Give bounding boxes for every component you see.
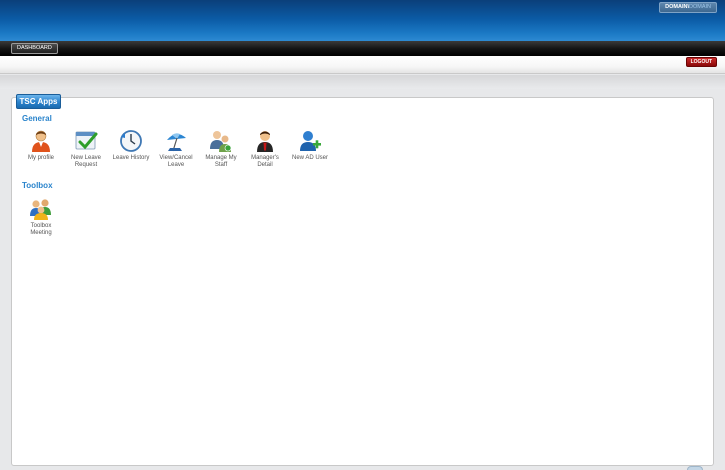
app-label: My profile <box>27 155 54 161</box>
user-profile-icon <box>32 130 50 152</box>
app-toolbox-meeting[interactable]: Toolbox Meeting <box>19 197 63 236</box>
meeting-group-icon <box>30 199 51 220</box>
app-label-line2: Request <box>74 161 98 168</box>
app-label-line2: Staff <box>214 161 228 168</box>
app-managers-detail[interactable]: Manager's Detail <box>243 129 287 168</box>
manager-icon <box>257 131 273 152</box>
leave-request-icon <box>75 131 98 150</box>
domain-value: DOMAIN <box>689 4 711 10</box>
app-label-line2: Detail <box>257 161 273 168</box>
app-label: New AD User <box>291 155 328 161</box>
app-new-leave-request[interactable]: New Leave Request <box>64 129 108 168</box>
nav-bar: DASHBOARD <box>0 41 725 56</box>
app-new-ad-user[interactable]: New AD User <box>288 129 332 162</box>
app-label-line2: Meeting <box>30 229 52 236</box>
content-divider <box>0 75 725 89</box>
domain-label: DOMAIN\ <box>665 4 689 10</box>
dashboard-button[interactable]: DASHBOARD <box>11 43 58 54</box>
sub-bar: LOGOUT <box>0 56 725 74</box>
panel-title: TSC Apps <box>16 94 61 109</box>
clock-history-icon <box>120 130 142 152</box>
staff-group-icon <box>210 131 232 152</box>
app-manage-my-staff[interactable]: Manage My Staff <box>199 129 243 168</box>
app-header: DOMAIN\DOMAIN <box>0 0 725 41</box>
section-title-toolbox: Toolbox <box>22 181 53 190</box>
app-label: Manage My <box>205 155 237 161</box>
logout-button[interactable]: LOGOUT <box>685 57 717 67</box>
beach-umbrella-icon <box>167 133 186 152</box>
app-label: Leave History <box>112 155 150 161</box>
app-my-profile[interactable]: My profile <box>19 129 63 162</box>
app-label-line2: Leave <box>167 161 185 168</box>
section-title-general: General <box>22 114 52 123</box>
app-leave-history[interactable]: Leave History <box>109 129 153 162</box>
app-view-cancel-leave[interactable]: View/Cancel Leave <box>154 129 198 168</box>
app-label: View/Cancel <box>159 155 193 161</box>
add-user-icon <box>300 131 321 151</box>
domain-user-badge: DOMAIN\DOMAIN <box>659 2 717 13</box>
scroll-indicator <box>687 466 703 470</box>
